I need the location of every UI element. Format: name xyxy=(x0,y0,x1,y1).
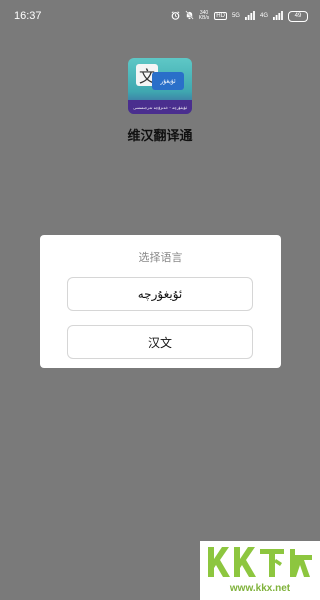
network-4g-label: 4G xyxy=(259,13,268,19)
battery-icon: 49 xyxy=(288,10,308,22)
app-logo: 文 ئۇيغۇر ئۇيغۇرچە - خەنزۇچە تەرجىمىسى xyxy=(128,58,192,114)
chinese-language-button[interactable]: 汉文 xyxy=(67,325,253,359)
app-name: 维汉翻译通 xyxy=(127,129,193,144)
signal-icon xyxy=(244,10,255,23)
language-dialog: 选择语言 ئۇيغۇرچە 汉文 xyxy=(40,235,281,368)
hd-badge: HD xyxy=(214,12,227,20)
watermark-logo-icon xyxy=(208,547,312,577)
status-icons: 340 KB/s HD 5G 4G 49 xyxy=(171,9,308,23)
mute-bell-icon xyxy=(185,9,194,23)
status-time: 16:37 xyxy=(14,10,42,22)
watermark: www.kkx.net xyxy=(200,541,320,600)
dialog-title: 选择语言 xyxy=(138,251,183,264)
network-speed: 340 KB/s xyxy=(198,10,210,21)
network-5g-label: 5G xyxy=(231,13,240,19)
logo-band-text: ئۇيغۇرچە - خەنزۇچە تەرجىمىسى xyxy=(128,100,192,114)
logo-card-text: ئۇيغۇر xyxy=(152,72,184,90)
watermark-url: www.kkx.net xyxy=(229,583,291,594)
alarm-icon xyxy=(171,10,180,23)
signal-icon-2 xyxy=(273,10,283,23)
uyghur-language-button[interactable]: ئۇيغۇرچە xyxy=(67,277,253,311)
status-bar: 16:37 340 KB/s HD 5G 4G 49 xyxy=(0,0,320,32)
